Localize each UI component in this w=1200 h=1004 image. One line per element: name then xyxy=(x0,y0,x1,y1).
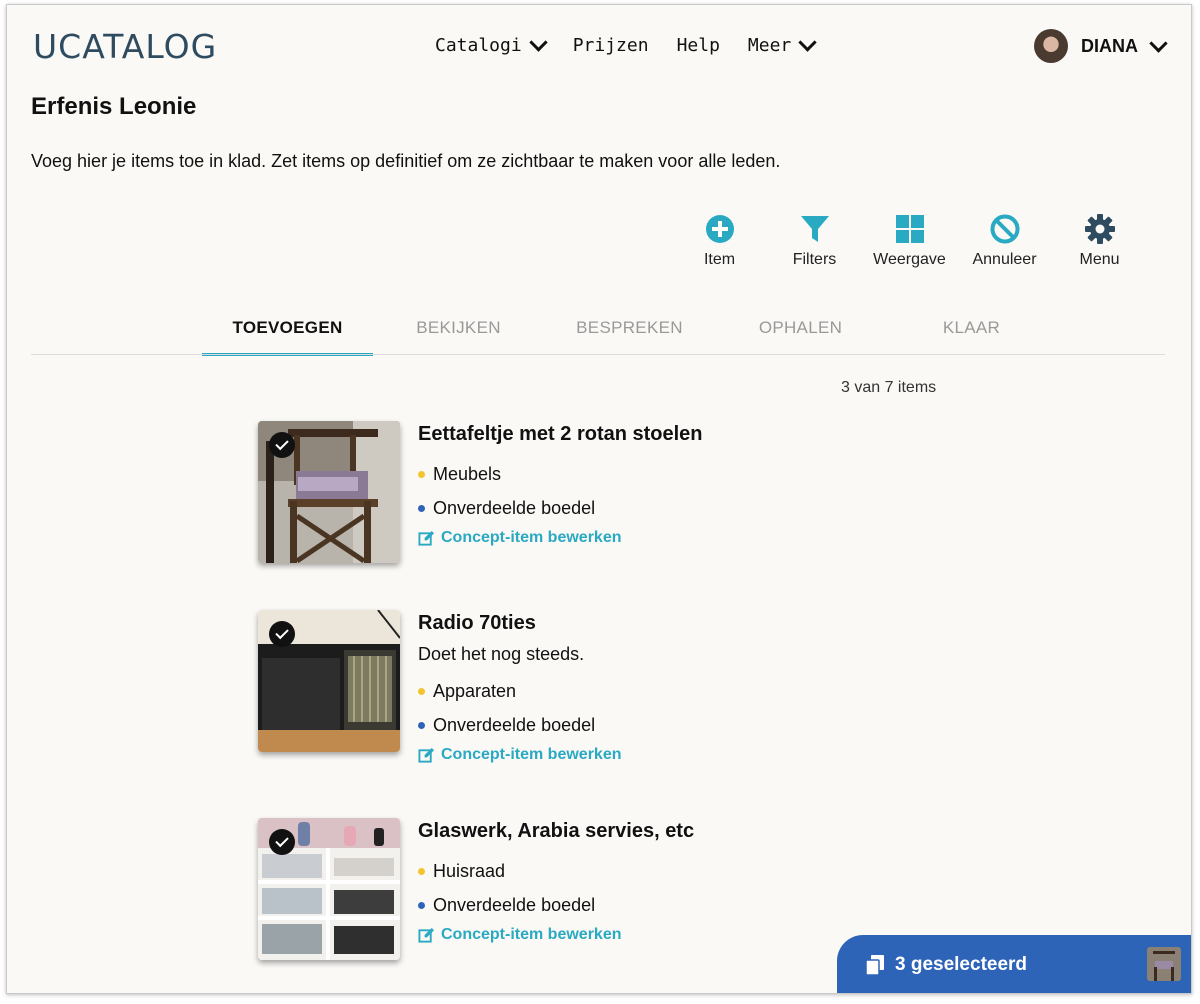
nav-prijzen-label: Prijzen xyxy=(572,35,649,56)
add-item-button[interactable]: Item xyxy=(672,213,767,269)
nav-help[interactable]: Help xyxy=(677,35,720,56)
item-details: Radio 70ties Doet het nog steeds. Appara… xyxy=(418,610,918,764)
item-image-cupboard[interactable] xyxy=(258,818,400,960)
item-description: Doet het nog steeds. xyxy=(418,644,585,664)
status-tag: Onverdeelde boedel xyxy=(418,708,918,742)
nav-prijzen[interactable]: Prijzen xyxy=(573,35,649,56)
toolbar: Item Filters Weergave Annuleer Menu xyxy=(672,213,1147,269)
user-menu[interactable]: DIANA xyxy=(1034,29,1168,63)
status-tag: Onverdeelde boedel xyxy=(418,888,918,922)
selection-thumbnail xyxy=(1147,947,1181,981)
tab-bespreken[interactable]: BESPREKEN xyxy=(544,309,715,353)
ucatalog-logo[interactable]: UCATALOG xyxy=(33,27,217,66)
tab-bekijken[interactable]: BEKIJKEN xyxy=(373,309,544,353)
status-dot xyxy=(418,721,425,729)
avatar xyxy=(1034,29,1068,63)
menu-label: Menu xyxy=(1079,251,1120,268)
selected-check-icon[interactable] xyxy=(269,829,295,855)
chevron-down-icon xyxy=(529,33,548,52)
filters-label: Filters xyxy=(792,251,837,268)
edit-concept-link[interactable]: Concept-item bewerken xyxy=(418,529,918,547)
status-dot xyxy=(418,901,425,909)
selection-count-label: 3 geselecteerd xyxy=(895,954,1028,975)
status-label: Onverdeelde boedel xyxy=(433,497,596,518)
selected-check-icon[interactable] xyxy=(269,432,295,458)
main-nav: Catalogi Prijzen Help Meer xyxy=(435,33,842,56)
tab-klaar[interactable]: KLAAR xyxy=(886,309,1057,353)
category-tag: Meubels xyxy=(418,457,918,491)
category-tag: Huisraad xyxy=(418,854,918,888)
edit-concept-link[interactable]: Concept-item bewerken xyxy=(418,746,918,764)
status-label: Onverdeelde boedel xyxy=(433,714,596,735)
menu-button[interactable]: Menu xyxy=(1052,213,1147,269)
grid-icon xyxy=(895,215,924,243)
item-image-radio[interactable] xyxy=(258,610,400,752)
item-title[interactable]: Glaswerk, Arabia servies, etc xyxy=(418,818,918,854)
item-title[interactable]: Eettafeltje met 2 rotan stoelen xyxy=(418,421,918,457)
cancel-icon xyxy=(990,214,1019,244)
selection-bar[interactable]: 3 geselecteerd xyxy=(837,935,1191,993)
item-image-chair[interactable] xyxy=(258,421,400,563)
page-title: Erfenis Leonie xyxy=(31,93,197,120)
edit-concept-label: Concept-item bewerken xyxy=(441,926,622,943)
item-details: Eettafeltje met 2 rotan stoelen Meubels … xyxy=(418,421,918,547)
edit-concept-label: Concept-item bewerken xyxy=(441,529,622,546)
item-details: Glaswerk, Arabia servies, etc Huisraad O… xyxy=(418,818,918,944)
tab-toevoegen[interactable]: TOEVOEGEN xyxy=(202,309,373,356)
category-label: Apparaten xyxy=(433,680,517,701)
edit-icon xyxy=(418,747,435,763)
edit-icon xyxy=(418,927,435,943)
app-window: UCATALOG Catalogi Prijzen Help Meer DIAN… xyxy=(6,4,1192,994)
page-intro: Voeg hier je items toe in klad. Zet item… xyxy=(31,151,781,171)
add-item-label: Item xyxy=(703,251,736,268)
category-label: Huisraad xyxy=(433,860,506,881)
status-tag: Onverdeelde boedel xyxy=(418,491,918,525)
chevron-down-icon xyxy=(1149,33,1168,53)
category-dot xyxy=(418,867,425,875)
nav-catalogi-label: Catalogi xyxy=(435,35,522,56)
status-label: Onverdeelde boedel xyxy=(433,894,596,915)
edit-concept-link[interactable]: Concept-item bewerken xyxy=(418,926,918,944)
category-dot xyxy=(418,687,425,695)
cancel-button[interactable]: Annuleer xyxy=(957,213,1052,269)
chevron-down-icon xyxy=(798,33,817,52)
view-button[interactable]: Weergave xyxy=(862,213,957,269)
category-dot xyxy=(418,470,425,478)
filters-button[interactable]: Filters xyxy=(767,213,862,269)
edit-concept-label: Concept-item bewerken xyxy=(441,746,622,763)
nav-catalogi[interactable]: Catalogi xyxy=(435,33,548,56)
selected-check-icon[interactable] xyxy=(269,621,295,647)
item-count: 3 van 7 items xyxy=(841,379,937,396)
copy-icon xyxy=(865,955,884,976)
nav-meer[interactable]: Meer xyxy=(747,33,817,56)
gear-icon xyxy=(1084,214,1115,244)
plus-circle-icon xyxy=(705,215,734,243)
cancel-label: Annuleer xyxy=(972,251,1037,268)
tab-divider xyxy=(31,354,1165,355)
category-label: Meubels xyxy=(433,463,502,484)
item-title[interactable]: Radio 70ties xyxy=(418,610,918,646)
phase-tabs: TOEVOEGEN BEKIJKEN BESPREKEN OPHALEN KLA… xyxy=(202,309,1057,356)
category-tag: Apparaten xyxy=(418,674,918,708)
nav-help-label: Help xyxy=(676,35,720,56)
edit-icon xyxy=(418,530,435,546)
tab-ophalen[interactable]: OPHALEN xyxy=(715,309,886,353)
user-name: DIANA xyxy=(1081,35,1138,56)
status-dot xyxy=(418,504,425,512)
filter-icon xyxy=(800,216,829,242)
nav-meer-label: Meer xyxy=(747,35,792,56)
view-label: Weergave xyxy=(873,251,946,268)
